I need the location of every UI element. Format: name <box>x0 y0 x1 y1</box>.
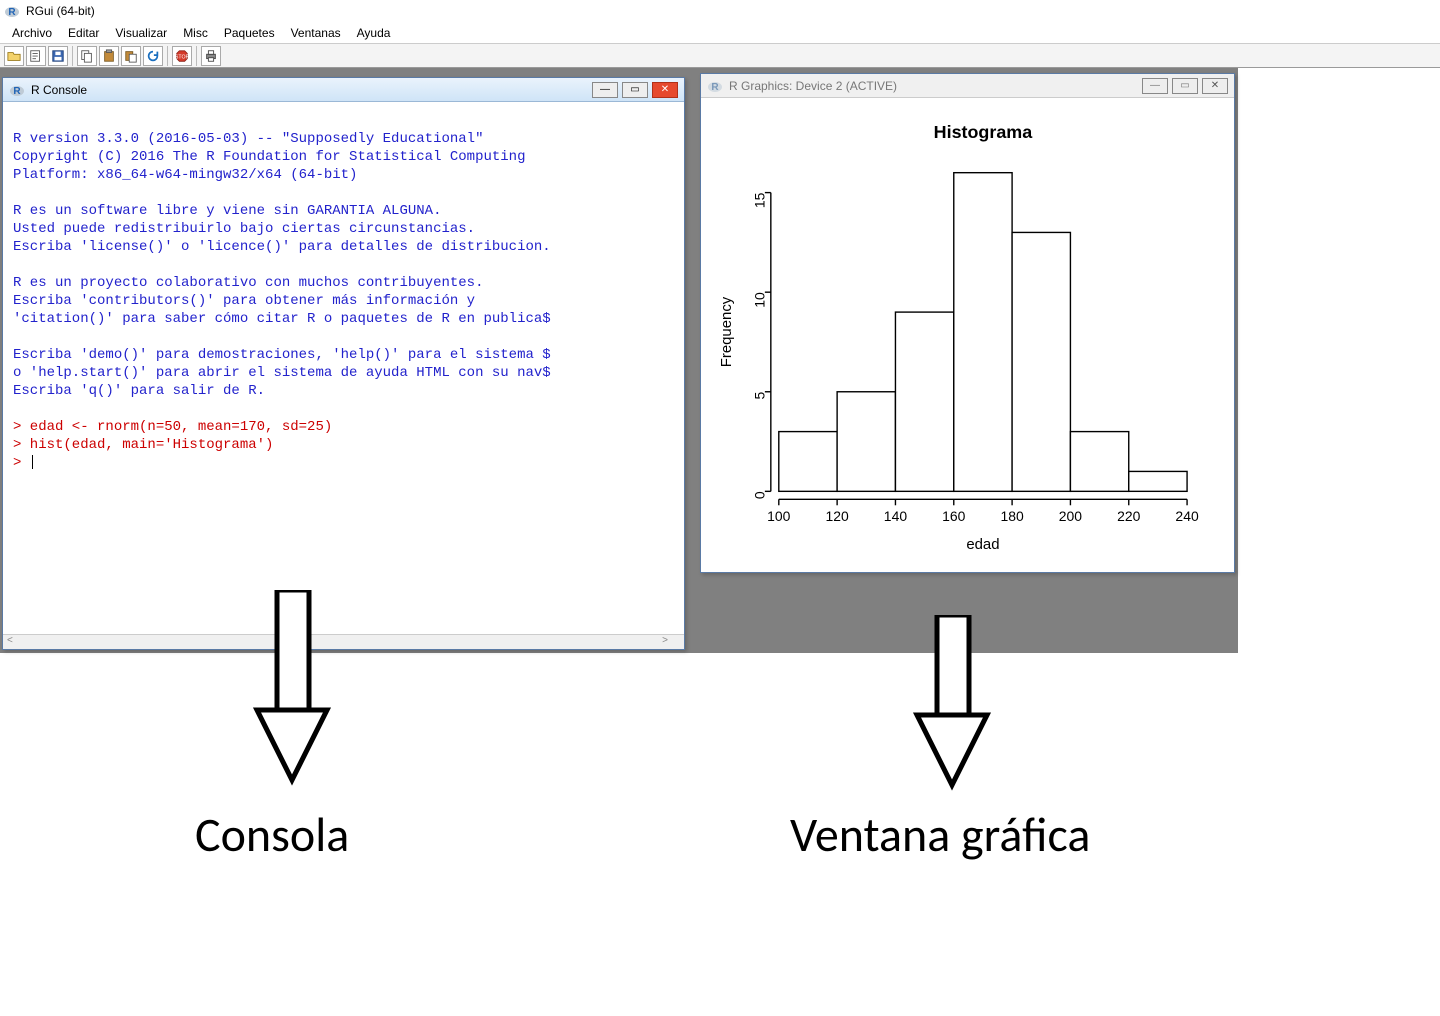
svg-text:R: R <box>8 7 16 18</box>
app-title: RGui (64-bit) <box>26 4 95 18</box>
r-logo-icon: R <box>4 3 20 19</box>
menu-ventanas[interactable]: Ventanas <box>283 24 349 42</box>
console-output: o 'help.start()' para abrir el sistema d… <box>13 365 551 381</box>
console-output: R version 3.3.0 (2016-05-03) -- "Suppose… <box>13 131 483 147</box>
menu-misc[interactable]: Misc <box>175 24 216 42</box>
console-output: Escriba 'contributors()' para obtener má… <box>13 293 475 309</box>
r-logo-icon: R <box>9 82 25 98</box>
print-icon[interactable] <box>201 46 221 66</box>
graphics-title: R Graphics: Device 2 (ACTIVE) <box>729 79 1142 93</box>
console-output: R es un software libre y viene sin GARAN… <box>13 203 441 219</box>
svg-text:240: 240 <box>1175 508 1199 524</box>
maximize-icon[interactable]: ▭ <box>1172 78 1198 94</box>
copy-paste-icon[interactable] <box>121 46 141 66</box>
mdi-area: R R Console — ▭ ✕ R version 3.3.0 (2016-… <box>0 68 1238 653</box>
menu-paquetes[interactable]: Paquetes <box>216 24 283 42</box>
text-cursor-icon <box>32 455 33 469</box>
console-command: > hist(edad, main='Histograma') <box>13 437 273 453</box>
paste-icon[interactable] <box>99 46 119 66</box>
console-output: Platform: x86_64-w64-mingw32/x64 (64-bit… <box>13 167 357 183</box>
svg-text:10: 10 <box>752 292 768 308</box>
save-icon[interactable] <box>48 46 68 66</box>
refresh-icon[interactable] <box>143 46 163 66</box>
graphics-plot-area: Histograma 100 120 140 160 180 200 220 240 0 5 10 15… <box>701 98 1234 572</box>
svg-text:0: 0 <box>752 491 768 499</box>
svg-text:R: R <box>711 82 719 93</box>
close-icon[interactable]: ✕ <box>1202 78 1228 94</box>
menu-visualizar[interactable]: Visualizar <box>107 24 175 42</box>
svg-text:edad: edad <box>966 536 999 553</box>
down-arrow-icon <box>912 615 992 815</box>
stop-icon[interactable]: STOP <box>172 46 192 66</box>
r-console-window[interactable]: R R Console — ▭ ✕ R version 3.3.0 (2016-… <box>2 77 685 650</box>
console-output: R es un proyecto colaborativo con muchos… <box>13 275 483 291</box>
close-icon[interactable]: ✕ <box>652 82 678 98</box>
console-prompt: > <box>13 455 30 471</box>
annotation-label-consola: Consola <box>195 805 349 864</box>
console-titlebar[interactable]: R R Console — ▭ ✕ <box>3 78 684 102</box>
console-title: R Console <box>31 83 592 97</box>
down-arrow-icon <box>252 590 332 790</box>
toolbar-separator <box>196 46 197 66</box>
annotation-label-ventana-grafica: Ventana gráfica <box>790 805 1090 864</box>
svg-text:140: 140 <box>884 508 908 524</box>
console-body[interactable]: R version 3.3.0 (2016-05-03) -- "Suppose… <box>3 102 684 634</box>
svg-text:220: 220 <box>1117 508 1141 524</box>
horizontal-scrollbar[interactable] <box>3 634 684 649</box>
svg-text:15: 15 <box>752 192 768 208</box>
graphics-titlebar[interactable]: R R Graphics: Device 2 (ACTIVE) — ▭ ✕ <box>701 74 1234 98</box>
svg-text:180: 180 <box>1000 508 1024 524</box>
console-command: > edad <- rnorm(n=50, mean=170, sd=25) <box>13 419 332 435</box>
minimize-icon[interactable]: — <box>1142 78 1168 94</box>
console-output: Escriba 'license()' o 'licence()' para d… <box>13 239 551 255</box>
menu-editar[interactable]: Editar <box>60 24 107 42</box>
maximize-icon[interactable]: ▭ <box>622 82 648 98</box>
svg-text:STOP: STOP <box>175 54 189 60</box>
toolbar: STOP <box>0 44 1440 68</box>
svg-text:Frequency: Frequency <box>718 296 735 367</box>
console-output: Escriba 'demo()' para demostraciones, 'h… <box>13 347 551 363</box>
svg-text:120: 120 <box>825 508 849 524</box>
svg-text:R: R <box>13 86 21 97</box>
svg-text:100: 100 <box>767 508 791 524</box>
console-output: Escriba 'q()' para salir de R. <box>13 383 265 399</box>
svg-text:160: 160 <box>942 508 966 524</box>
svg-text:Histograma: Histograma <box>934 122 1034 142</box>
console-output: 'citation()' para saber cómo citar R o p… <box>13 311 551 327</box>
app-titlebar: R RGui (64-bit) <box>0 0 1440 22</box>
source-icon[interactable] <box>26 46 46 66</box>
toolbar-separator <box>72 46 73 66</box>
toolbar-separator <box>167 46 168 66</box>
svg-text:200: 200 <box>1059 508 1083 524</box>
console-output: Copyright (C) 2016 The R Foundation for … <box>13 149 525 165</box>
r-logo-icon: R <box>707 78 723 94</box>
r-graphics-window[interactable]: R R Graphics: Device 2 (ACTIVE) — ▭ ✕ Hi… <box>700 73 1235 573</box>
svg-text:5: 5 <box>752 392 768 400</box>
minimize-icon[interactable]: — <box>592 82 618 98</box>
console-output: Usted puede redistribuirlo bajo ciertas … <box>13 221 475 237</box>
menu-archivo[interactable]: Archivo <box>4 24 60 42</box>
menu-ayuda[interactable]: Ayuda <box>349 24 399 42</box>
copy-icon[interactable] <box>77 46 97 66</box>
open-icon[interactable] <box>4 46 24 66</box>
histogram-chart: Histograma 100 120 140 160 180 200 220 240 0 5 10 15… <box>701 98 1234 572</box>
menubar: Archivo Editar Visualizar Misc Paquetes … <box>0 22 1440 44</box>
